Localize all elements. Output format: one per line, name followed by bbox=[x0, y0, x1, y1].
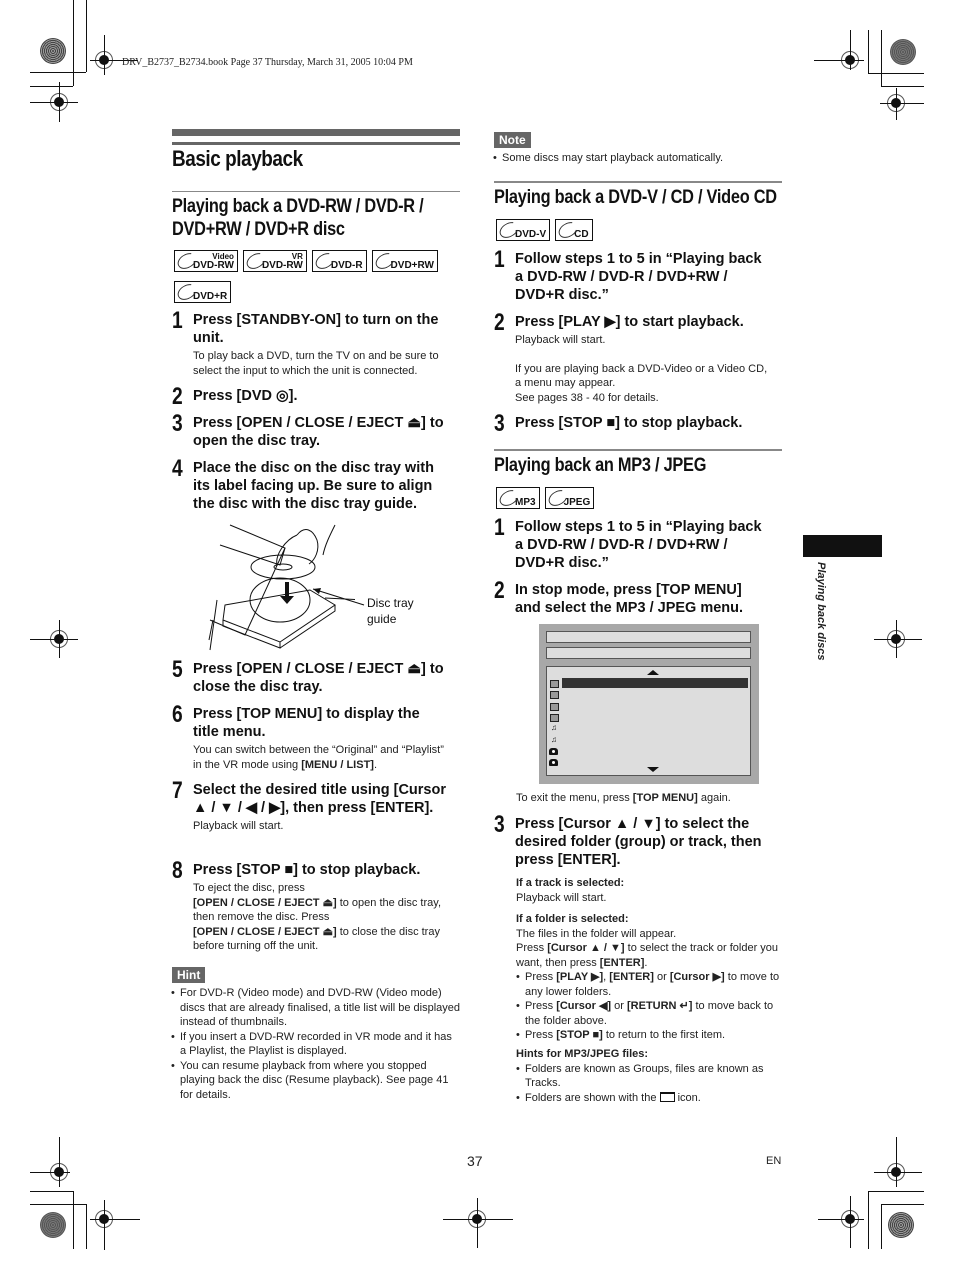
camera-icon bbox=[549, 746, 559, 755]
chapter-tab-label: Playing back discs bbox=[815, 562, 827, 661]
page-number: 37 bbox=[467, 1153, 483, 1169]
mp3-step-3: 3 Press [Cursor ▲ / ▼] to select the des… bbox=[494, 811, 762, 868]
disc-type-badges: Video DVD-RW VR DVD-RW DVD-R DVD+RW DVD+R bbox=[174, 249, 464, 304]
menu-path-bar bbox=[546, 647, 751, 659]
color-target-icon bbox=[888, 1212, 914, 1238]
track-selected-info: If a track is selected: Playback will st… bbox=[516, 877, 625, 904]
menu-row[interactable] bbox=[549, 712, 748, 722]
scroll-down-icon bbox=[647, 767, 659, 772]
hint-item: If you insert a DVD-RW recorded in VR mo… bbox=[171, 1030, 461, 1059]
disc-badge-dvd-v: DVD-V bbox=[496, 218, 551, 242]
step-6: 6 Press [TOP MENU] to display the title … bbox=[172, 701, 444, 771]
dvdv-step-3: 3 Press [STOP ■] to stop playback. bbox=[494, 410, 743, 437]
dvdv-step-1: 1 Follow steps 1 to 5 in “Playing back a… bbox=[494, 246, 762, 303]
step-7: 7 Select the desired title using [Cursor… bbox=[172, 777, 446, 832]
hint-label: Hint bbox=[172, 967, 206, 983]
exit-menu-note: To exit the menu, press [TOP MENU] again… bbox=[516, 792, 731, 804]
menu-header-bar bbox=[546, 631, 751, 643]
hint-item: Folders are shown with the icon. bbox=[516, 1091, 786, 1106]
disc-badge-dvd-rw-video: Video DVD-RW bbox=[174, 249, 238, 273]
title-bar-decoration bbox=[172, 129, 460, 136]
folder-icon bbox=[549, 678, 559, 688]
color-target-icon bbox=[890, 39, 916, 65]
hint-list: For DVD-R (Video mode) and DVD-RW (Video… bbox=[171, 986, 461, 1102]
step-3: 3 Press [OPEN / CLOSE / EJECT ⏏] to open… bbox=[172, 410, 444, 449]
menu-row[interactable] bbox=[549, 757, 748, 767]
chapter-tab bbox=[803, 535, 882, 557]
menu-row[interactable] bbox=[549, 689, 748, 700]
music-note-icon: ♫ bbox=[551, 734, 557, 744]
step-1: 1 Press [STANDBY-ON] to turn on the unit… bbox=[172, 307, 439, 377]
step-4: 4 Place the disc on the disc tray with i… bbox=[172, 455, 434, 512]
menu-file-list: ♫ ♫ bbox=[546, 666, 751, 776]
folder-action-item: Press [Cursor ◀] or [RETURN ↵] to move b… bbox=[516, 999, 786, 1028]
divider bbox=[494, 449, 782, 451]
note-list: Some discs may start playback automatica… bbox=[493, 151, 783, 166]
menu-row[interactable] bbox=[549, 678, 748, 688]
scroll-up-icon bbox=[647, 670, 659, 675]
mp3-jpeg-hints: Hints for MP3/JPEG files: Folders are kn… bbox=[516, 1047, 786, 1105]
folder-actions-list: Press [PLAY ▶], [ENTER] or [Cursor ▶] to… bbox=[516, 970, 786, 1043]
hint-item: You can resume playback from where you s… bbox=[171, 1059, 461, 1103]
disc-type-badges: DVD-V CD bbox=[496, 218, 593, 242]
disc-type-badges: MP3 JPEG bbox=[496, 486, 595, 510]
section-title-dvd-v: Playing back a DVD-V / CD / Video CD bbox=[494, 187, 777, 208]
divider bbox=[494, 181, 782, 183]
note-item: Some discs may start playback automatica… bbox=[493, 151, 783, 166]
folder-icon bbox=[549, 689, 559, 700]
folder-icon bbox=[549, 712, 559, 722]
disc-badge-dvd-r: DVD-R bbox=[311, 249, 367, 273]
disc-badge-mp3: MP3 bbox=[496, 486, 540, 510]
menu-row[interactable] bbox=[549, 746, 748, 756]
camera-icon bbox=[549, 757, 559, 767]
folder-icon bbox=[659, 1091, 675, 1102]
disc-tray-guide-label: Disc tray guide bbox=[367, 596, 414, 626]
menu-row[interactable]: ♫ bbox=[549, 723, 748, 733]
folder-action-item: Press [STOP ■] to return to the first it… bbox=[516, 1028, 786, 1043]
step-5: 5 Press [OPEN / CLOSE / EJECT ⏏] to clos… bbox=[172, 656, 444, 695]
section-title-mp3: Playing back an MP3 / JPEG bbox=[494, 455, 707, 476]
hint-item: Folders are known as Groups, files are k… bbox=[516, 1062, 786, 1091]
folder-action-item: Press [PLAY ▶], [ENTER] or [Cursor ▶] to… bbox=[516, 970, 786, 999]
menu-row[interactable] bbox=[549, 701, 748, 711]
language-code: EN bbox=[766, 1155, 782, 1167]
print-header: DRV_B2737_B2734.book Page 37 Thursday, M… bbox=[122, 57, 413, 68]
mp3-step-1: 1 Follow steps 1 to 5 in “Playing back a… bbox=[494, 514, 762, 571]
step-2: 2 Press [DVD ◎]. bbox=[172, 383, 298, 410]
folder-icon bbox=[549, 701, 559, 711]
mp3-jpeg-menu-screen: ♫ ♫ bbox=[539, 624, 759, 784]
menu-row[interactable]: ♫ bbox=[549, 735, 748, 745]
page-title: Basic playback bbox=[172, 146, 303, 171]
disc-badge-dvd-plus-r: DVD+R bbox=[174, 280, 232, 304]
hint-item: For DVD-R (Video mode) and DVD-RW (Video… bbox=[171, 986, 461, 1030]
color-target-icon bbox=[40, 1212, 66, 1238]
mp3-step-2: 2 In stop mode, press [TOP MENU] and sel… bbox=[494, 577, 744, 616]
section-title-dvd-rw: Playing back a DVD-RW / DVD-R / DVD+RW /… bbox=[172, 196, 424, 240]
note-label: Note bbox=[494, 132, 531, 148]
disc-badge-jpeg: JPEG bbox=[544, 486, 595, 510]
disc-badge-dvd-rw-vr: VR DVD-RW bbox=[242, 249, 307, 273]
folder-selected-info: If a folder is selected: The files in th… bbox=[516, 912, 786, 1043]
color-target-icon bbox=[40, 38, 66, 64]
divider bbox=[172, 191, 460, 192]
disc-badge-dvd-plus-rw: DVD+RW bbox=[371, 249, 438, 273]
dvdv-step-2: 2 Press [PLAY ▶] to start playback. Play… bbox=[494, 309, 768, 404]
music-note-icon: ♫ bbox=[551, 723, 557, 733]
selection-highlight bbox=[562, 678, 748, 688]
disc-badge-cd: CD bbox=[555, 218, 593, 242]
step-8: 8 Press [STOP ■] to stop playback. To ej… bbox=[172, 857, 441, 952]
callout-line bbox=[312, 588, 365, 606]
title-bar-decoration bbox=[172, 142, 460, 145]
